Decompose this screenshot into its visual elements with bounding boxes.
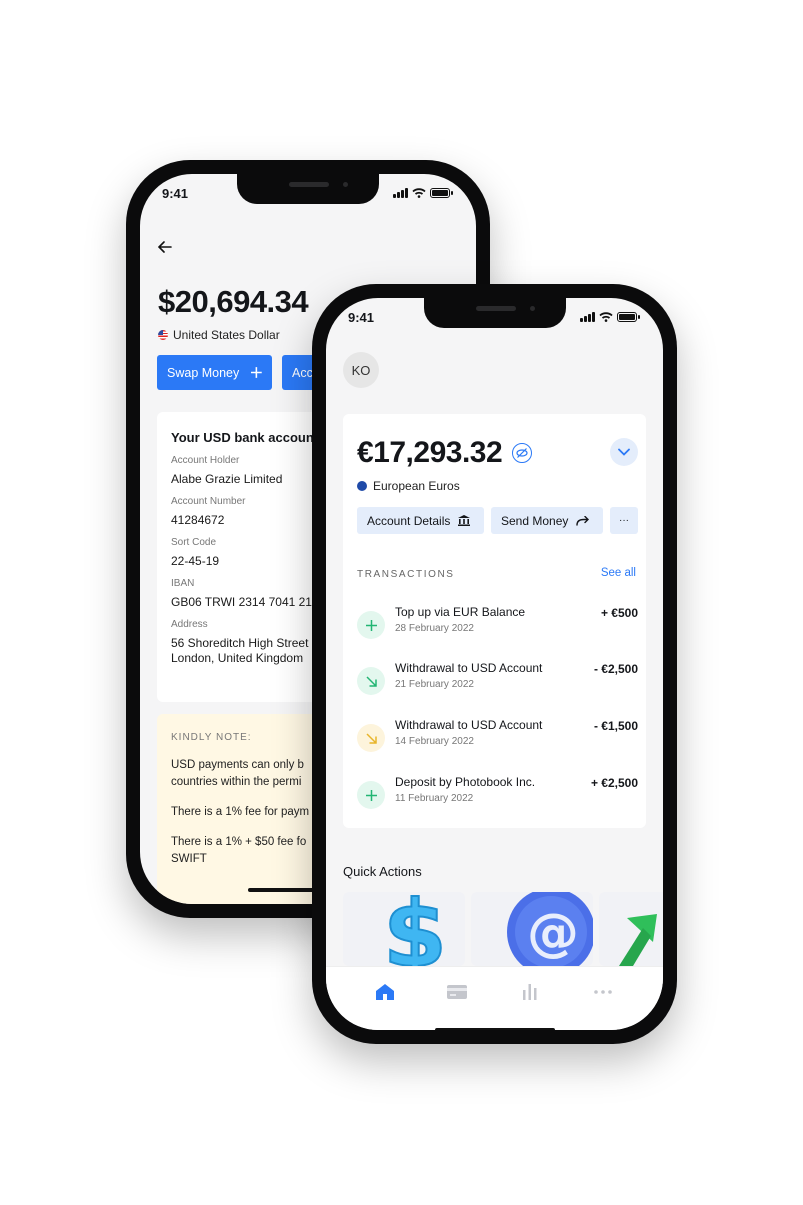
balance-row: €17,293.32 xyxy=(357,436,533,470)
note-line: USD payments can only b xyxy=(171,759,304,771)
battery-icon xyxy=(430,188,453,198)
arrow-down-right-icon xyxy=(357,724,385,752)
currency-name: United States Dollar xyxy=(173,328,280,342)
eu-flag-icon xyxy=(357,481,367,491)
transaction-date: 21 February 2022 xyxy=(395,679,474,690)
signal-icon xyxy=(580,312,595,322)
quick-actions-strip: $ @ xyxy=(343,892,663,966)
status-bar: 9:41 xyxy=(326,310,663,330)
svg-text:$: $ xyxy=(383,892,447,966)
quick-action-email[interactable]: @ xyxy=(471,892,593,966)
balance-amount: $20,694.34 xyxy=(158,284,309,319)
swap-money-button[interactable]: Swap Money xyxy=(157,355,272,390)
more-icon xyxy=(594,990,612,994)
transaction-date: 11 February 2022 xyxy=(395,793,474,804)
transaction-date: 28 February 2022 xyxy=(395,623,474,634)
account-details-label: Account Details xyxy=(367,513,451,528)
see-all-link[interactable]: See all xyxy=(601,567,636,579)
note-line: There is a 1% + $50 fee fo xyxy=(171,836,307,848)
chart-icon xyxy=(523,984,537,1000)
tab-more[interactable] xyxy=(591,981,615,1003)
home-icon xyxy=(376,984,394,1000)
plus-icon xyxy=(251,367,262,378)
currency-name: European Euros xyxy=(373,479,460,493)
tab-home[interactable] xyxy=(373,981,397,1003)
transaction-row[interactable]: Top up via EUR Balance 28 February 2022 … xyxy=(357,605,638,645)
transaction-title: Deposit by Photobook Inc. xyxy=(395,775,536,789)
avatar[interactable]: KO xyxy=(343,352,379,388)
balance-card: €17,293.32 European Euros Account Detail… xyxy=(343,414,646,828)
wifi-icon xyxy=(412,188,426,198)
currency-label: United States Dollar xyxy=(158,328,280,342)
transaction-row[interactable]: Withdrawal to USD Account 14 February 20… xyxy=(357,718,638,758)
send-money-label: Send Money xyxy=(501,513,569,528)
phone-front: 9:41 KO €17,293.32 European Euros Accoun… xyxy=(312,284,677,1044)
card-icon xyxy=(447,985,467,999)
signal-icon xyxy=(393,188,408,198)
status-bar: 9:41 xyxy=(140,186,476,206)
send-money-button[interactable]: Send Money xyxy=(491,507,603,534)
wifi-icon xyxy=(599,312,613,322)
arrow-down-right-icon xyxy=(357,667,385,695)
transaction-title: Withdrawal to USD Account xyxy=(395,661,543,675)
transaction-title: Withdrawal to USD Account xyxy=(395,718,543,732)
plus-icon xyxy=(357,781,385,809)
at-sign-3d-icon: @ xyxy=(507,892,593,966)
status-time: 9:41 xyxy=(162,186,189,201)
transaction-amount: + €2,500 xyxy=(590,776,638,790)
tab-cards[interactable] xyxy=(445,981,469,1003)
note-line: SWIFT xyxy=(171,853,207,865)
home-indicator xyxy=(434,1028,555,1030)
quick-actions-title: Quick Actions xyxy=(343,864,422,879)
bank-icon xyxy=(458,515,471,526)
green-arrow-3d-icon xyxy=(619,914,657,966)
us-flag-icon xyxy=(158,330,168,340)
svg-text:@: @ xyxy=(527,903,579,963)
hide-balance-icon[interactable] xyxy=(512,443,533,463)
transaction-row[interactable]: Withdrawal to USD Account 21 February 20… xyxy=(357,661,638,701)
account-button-label: Acc xyxy=(292,365,313,380)
expand-accounts-button[interactable] xyxy=(610,438,638,466)
transaction-amount: - €2,500 xyxy=(593,662,638,676)
forward-arrow-icon xyxy=(576,515,590,526)
more-dots-icon: ··· xyxy=(619,515,629,526)
plus-icon xyxy=(357,611,385,639)
note-line: countries within the permi xyxy=(171,776,302,788)
transaction-amount: + €500 xyxy=(600,606,638,620)
currency-label: European Euros xyxy=(357,479,460,493)
account-details-button[interactable]: Account Details xyxy=(357,507,484,534)
transactions-header: TRANSACTIONS xyxy=(357,569,455,580)
quick-action-dollar[interactable]: $ xyxy=(343,892,465,966)
transaction-date: 14 February 2022 xyxy=(395,736,474,747)
transaction-amount: - €1,500 xyxy=(593,719,638,733)
quick-action-send[interactable] xyxy=(599,892,663,966)
back-arrow-icon[interactable] xyxy=(157,240,172,258)
chevron-down-icon xyxy=(618,448,630,456)
status-time: 9:41 xyxy=(348,310,375,325)
tab-analytics[interactable] xyxy=(518,981,542,1003)
transaction-title: Top up via EUR Balance xyxy=(395,605,526,619)
more-options-button[interactable]: ··· xyxy=(610,507,638,534)
dollar-3d-icon: $ xyxy=(382,892,448,966)
swap-money-label: Swap Money xyxy=(167,365,240,380)
balance-amount: €17,293.32 xyxy=(357,436,503,469)
battery-icon xyxy=(617,312,640,322)
screen-front: 9:41 KO €17,293.32 European Euros Accoun… xyxy=(326,298,663,1030)
transaction-row[interactable]: Deposit by Photobook Inc. 11 February 20… xyxy=(357,775,638,815)
bottom-tab-bar xyxy=(326,966,663,1030)
